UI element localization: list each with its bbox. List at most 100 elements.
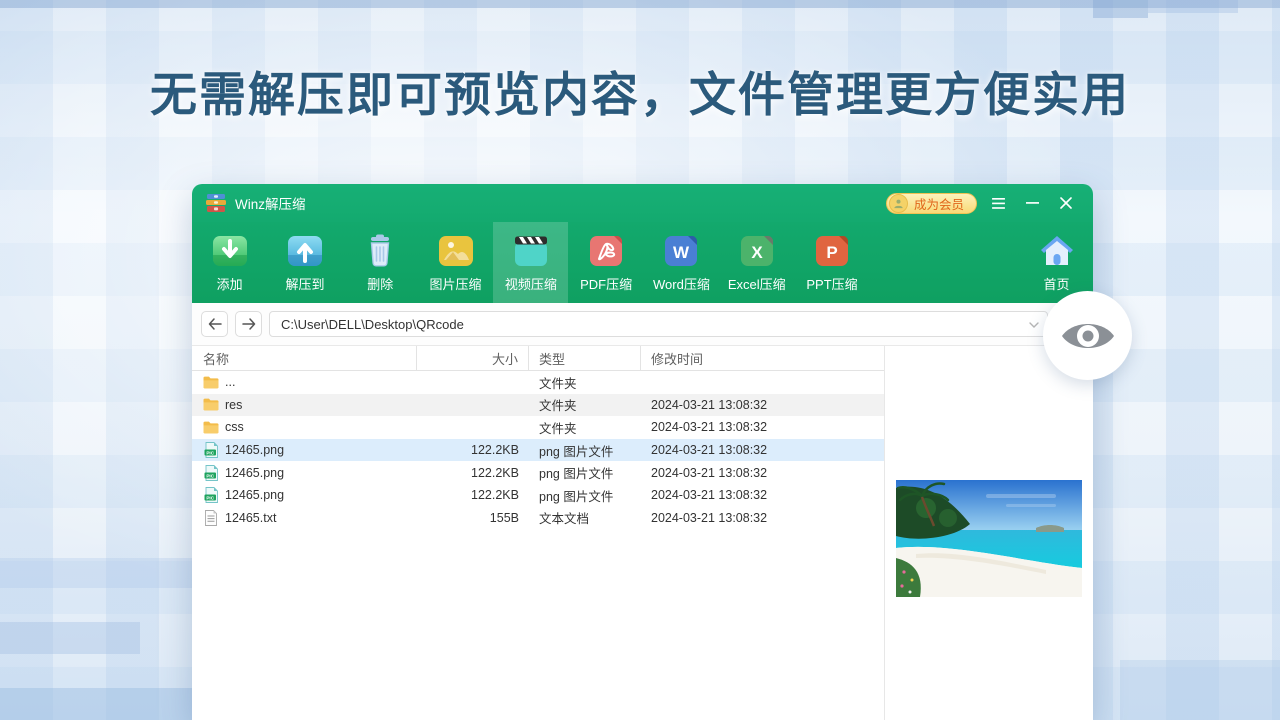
file-type: 文件夹 (529, 416, 641, 439)
column-header-type[interactable]: 类型 (529, 346, 641, 370)
background-tile (0, 622, 140, 654)
column-header-size[interactable]: 大小 (417, 346, 529, 370)
svg-text:P: P (826, 243, 837, 262)
ppt-icon: P (812, 232, 852, 270)
column-header-name[interactable]: 名称 (192, 346, 417, 370)
address-path-input[interactable] (281, 317, 1029, 332)
background-tile (0, 558, 205, 588)
delete-icon (360, 232, 400, 270)
background-tile (1148, 0, 1238, 13)
table-row[interactable]: res 文件夹 2024-03-21 13:08:32 (192, 394, 884, 417)
minimize-icon[interactable] (1019, 191, 1045, 215)
toolbar-item-label: 首页 (1043, 274, 1069, 293)
file-table-header: 名称 大小 类型 修改时间 (192, 346, 884, 371)
background-tile (1120, 660, 1280, 720)
svg-text:X: X (751, 243, 763, 262)
become-member-label: 成为会员 (914, 194, 964, 213)
svg-text:PIC: PIC (206, 496, 214, 501)
file-name: css (225, 420, 244, 434)
pic-icon: PIC (203, 442, 219, 458)
page-title: 无需解压即可预览内容，文件管理更方便实用 (0, 56, 1280, 125)
app-logo-icon (206, 194, 226, 212)
add-icon (210, 232, 250, 270)
table-row[interactable]: PIC 12465.png 122.2KB png 图片文件 2024-03-2… (192, 461, 884, 484)
toolbar-item-label: 删除 (367, 274, 393, 293)
toolbar-item-label: 图片压缩 (430, 274, 482, 293)
pic-icon: PIC (203, 465, 219, 481)
toolbar-item-label: Excel压缩 (728, 274, 786, 293)
toolbar-item-video-compress[interactable]: 视频压缩 (493, 222, 568, 303)
toolbar-item-image-compress[interactable]: 图片压缩 (418, 222, 493, 303)
toolbar-item-word[interactable]: W Word压缩 (644, 222, 719, 303)
svg-text:PIC: PIC (206, 450, 214, 455)
forward-button[interactable] (235, 311, 262, 337)
table-row[interactable]: PIC 12465.png 122.2KB png 图片文件 2024-03-2… (192, 484, 884, 507)
table-row[interactable]: 12465.txt 155B 文本文档 2024-03-21 13:08:32 (192, 507, 884, 530)
toolbar: 添加 解压到 删除 图片压缩 视频压缩 PDF压缩 W Word压缩 X Exc… (192, 222, 1093, 303)
file-name: 12465.png (225, 488, 284, 502)
file-size: 122.2KB (417, 439, 529, 462)
titlebar: Winz解压缩 成为会员 (192, 184, 1093, 222)
table-row[interactable]: ... 文件夹 (192, 371, 884, 394)
addressbar (192, 303, 1093, 346)
video-compress-icon (511, 232, 551, 270)
back-button[interactable] (201, 311, 228, 337)
file-name: ... (225, 375, 235, 389)
column-header-modified[interactable]: 修改时间 (641, 346, 884, 370)
file-name: 12465.txt (225, 511, 276, 525)
pdf-icon (586, 232, 626, 270)
file-table: 名称 大小 类型 修改时间 ... 文件夹 res 文件夹 2024-03-21… (192, 346, 884, 720)
table-row[interactable]: PIC 12465.png 122.2KB png 图片文件 2024-03-2… (192, 439, 884, 462)
toolbar-item-label: 添加 (217, 274, 243, 293)
toolbar-item-extract[interactable]: 解压到 (267, 222, 342, 303)
file-type: png 图片文件 (529, 484, 641, 507)
folder-icon (203, 419, 219, 435)
file-type: png 图片文件 (529, 439, 641, 462)
image-compress-icon (436, 232, 476, 270)
toolbar-item-ppt[interactable]: P PPT压缩 (794, 222, 869, 303)
word-icon: W (661, 232, 701, 270)
excel-icon: X (737, 232, 777, 270)
pic-icon: PIC (203, 487, 219, 503)
toolbar-item-label: PDF压缩 (580, 274, 632, 293)
eye-overlay-icon (1043, 291, 1132, 380)
toolbar-item-label: PPT压缩 (806, 274, 857, 293)
preview-panel (885, 346, 1093, 720)
file-modified: 2024-03-21 13:08:32 (641, 394, 884, 417)
toolbar-item-excel[interactable]: X Excel压缩 (719, 222, 794, 303)
file-size: 155B (417, 507, 529, 530)
preview-image (896, 480, 1082, 597)
background-tile (0, 0, 1280, 8)
file-table-body: ... 文件夹 res 文件夹 2024-03-21 13:08:32 css … (192, 371, 884, 529)
avatar-icon (889, 194, 908, 213)
toolbar-item-label: Word压缩 (653, 274, 710, 293)
file-size: 122.2KB (417, 484, 529, 507)
toolbar-item-add[interactable]: 添加 (192, 222, 267, 303)
file-modified: 2024-03-21 13:08:32 (641, 484, 884, 507)
file-size: 122.2KB (417, 461, 529, 484)
file-name: 12465.png (225, 466, 284, 480)
app-window: Winz解压缩 成为会员 (192, 184, 1093, 720)
become-member-button[interactable]: 成为会员 (886, 193, 977, 214)
file-size (417, 371, 529, 394)
main-content: 名称 大小 类型 修改时间 ... 文件夹 res 文件夹 2024-03-21… (192, 346, 1093, 720)
txt-icon (203, 510, 219, 526)
file-name: 12465.png (225, 443, 284, 457)
file-modified: 2024-03-21 13:08:32 (641, 461, 884, 484)
close-icon[interactable] (1053, 191, 1079, 215)
home-icon (1037, 232, 1077, 270)
background-tile (0, 688, 205, 720)
table-row[interactable]: css 文件夹 2024-03-21 13:08:32 (192, 416, 884, 439)
file-type: png 图片文件 (529, 461, 641, 484)
file-size (417, 416, 529, 439)
file-modified (641, 371, 884, 394)
file-name: res (225, 398, 242, 412)
toolbar-item-pdf[interactable]: PDF压缩 (568, 222, 643, 303)
file-modified: 2024-03-21 13:08:32 (641, 439, 884, 462)
toolbar-item-label: 解压到 (285, 274, 324, 293)
folder-icon (203, 397, 219, 413)
toolbar-item-delete[interactable]: 删除 (343, 222, 418, 303)
menu-icon[interactable] (985, 191, 1011, 215)
file-type: 文本文档 (529, 507, 641, 530)
chevron-down-icon[interactable] (1029, 315, 1039, 333)
